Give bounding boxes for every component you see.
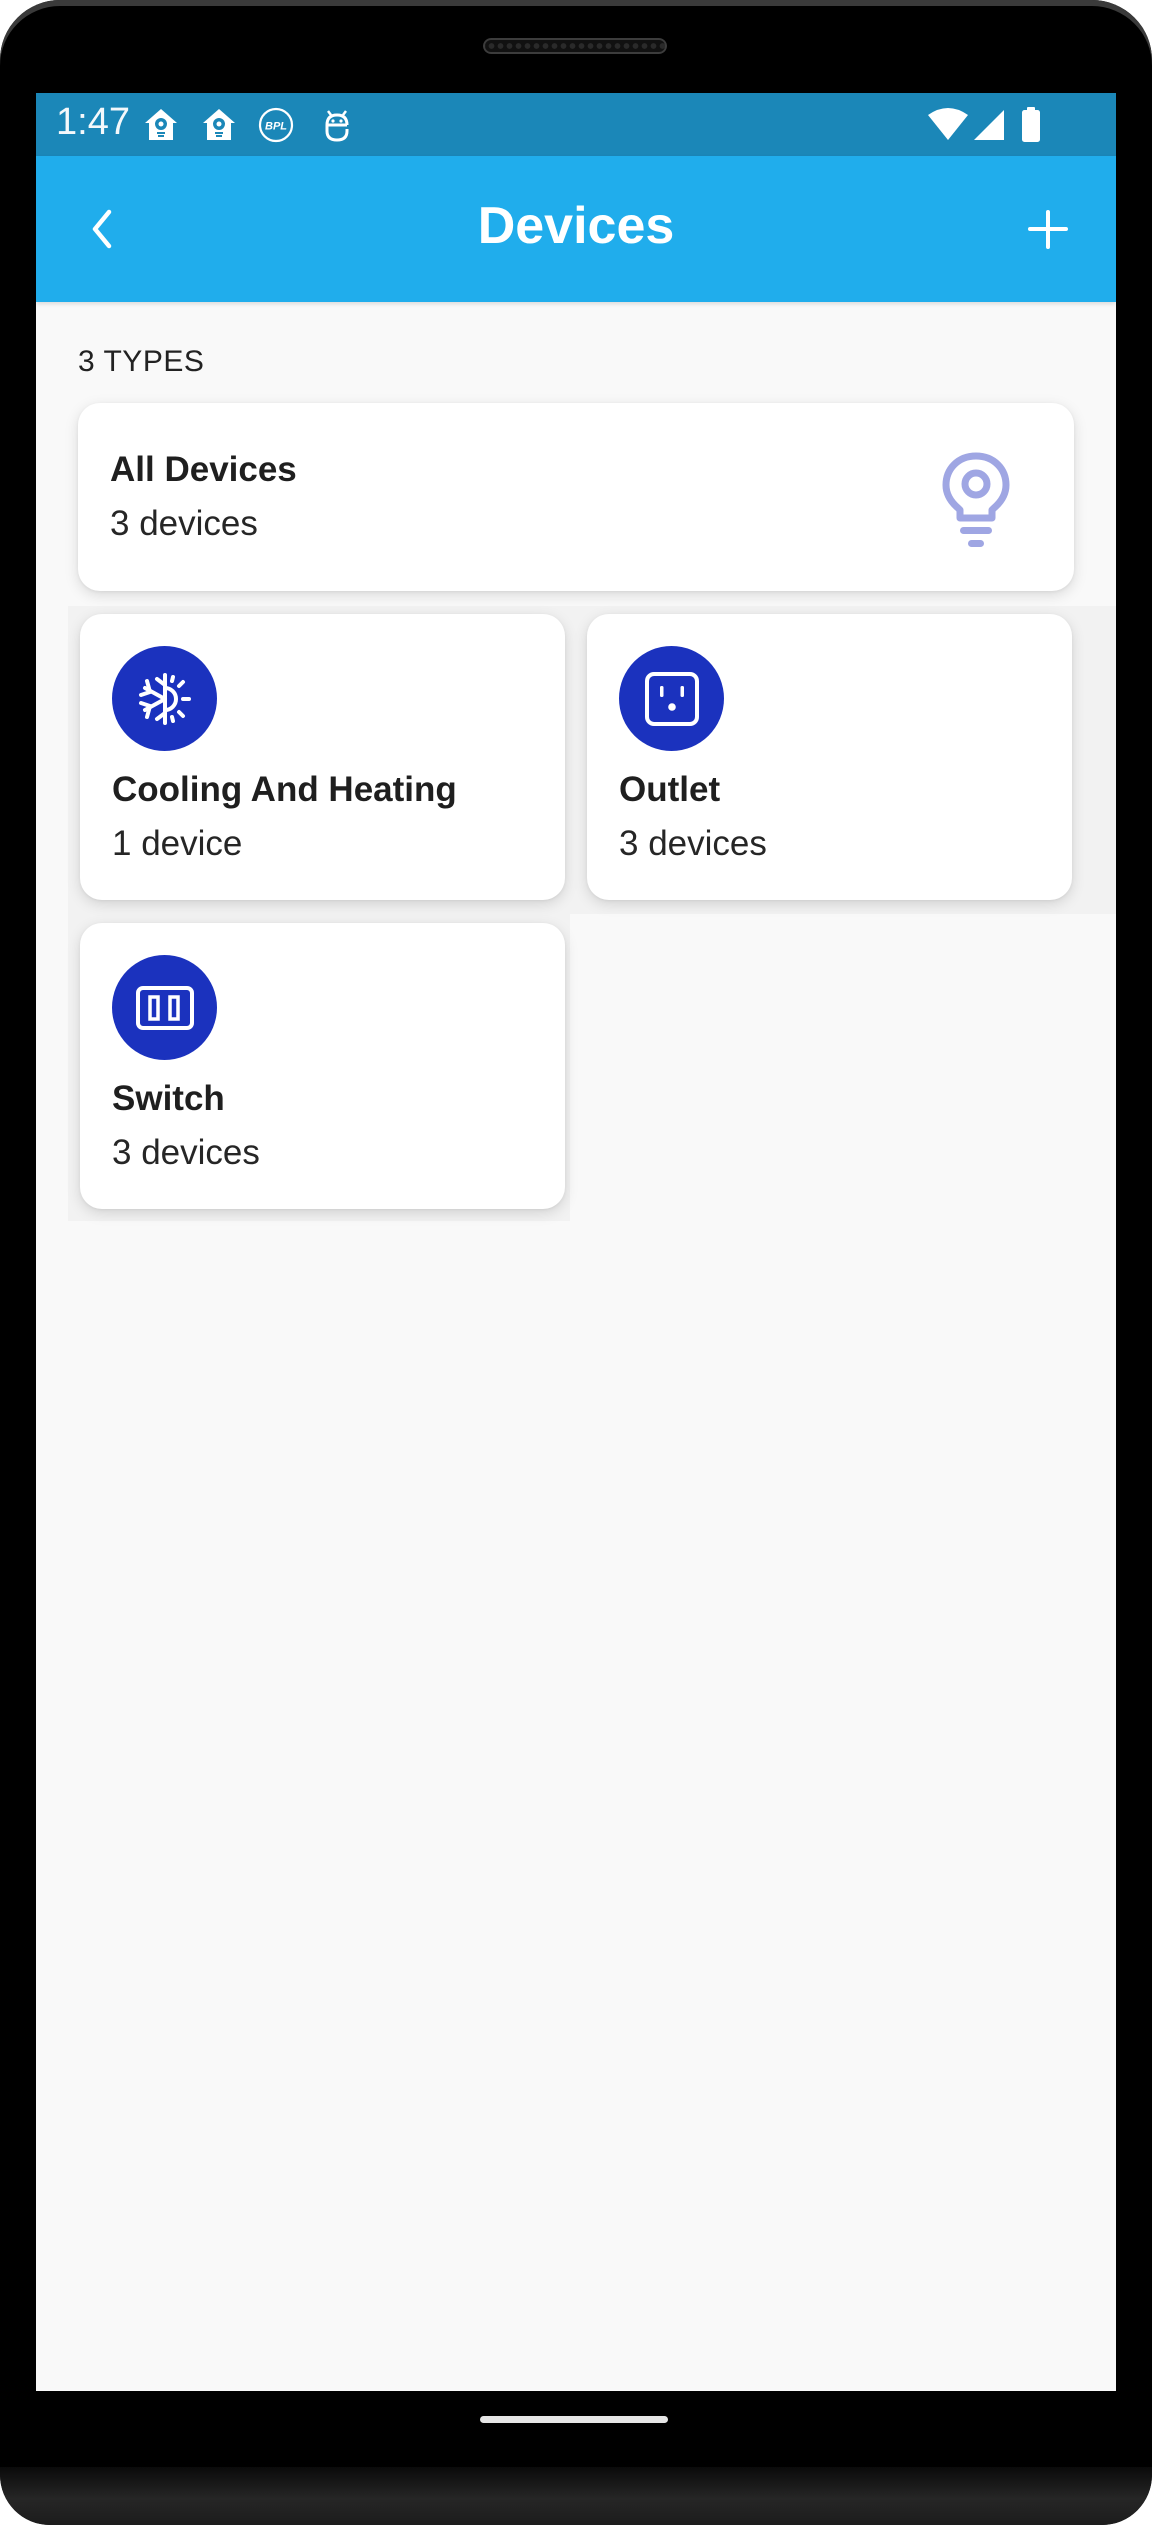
phone-frame: 1:47 BPL Devices 3 TYPES All Devices 3 d… xyxy=(0,0,1152,2525)
svg-text:BPL: BPL xyxy=(265,121,287,133)
battery-icon xyxy=(1019,107,1043,143)
device-type-title: Cooling And Heating xyxy=(112,770,457,809)
icon-circle xyxy=(112,955,217,1060)
home-indicator[interactable] xyxy=(480,2416,668,2423)
wifi-icon xyxy=(926,107,970,143)
status-bar: 1:47 BPL xyxy=(36,93,1116,156)
home-bulb-icon xyxy=(201,107,237,143)
plus-icon xyxy=(1028,210,1068,249)
device-types-count: 3 TYPES xyxy=(78,345,205,378)
device-type-count: 3 devices xyxy=(619,824,767,863)
device-type-count: 1 device xyxy=(112,824,243,863)
outlet-icon xyxy=(644,671,699,726)
device-type-card-outlet[interactable]: Outlet 3 devices xyxy=(587,614,1072,900)
device-type-card-cooling-heating[interactable]: Cooling And Heating 1 device xyxy=(80,614,565,900)
app-header: Devices xyxy=(36,156,1116,302)
icon-circle xyxy=(112,646,217,751)
device-type-card-switch[interactable]: Switch 3 devices xyxy=(80,923,565,1209)
all-devices-title: All Devices xyxy=(110,450,297,489)
bpl-logo-icon: BPL xyxy=(258,107,294,143)
add-device-button[interactable] xyxy=(1006,192,1086,262)
cellular-signal-icon xyxy=(972,107,1008,143)
device-type-title: Switch xyxy=(112,1079,225,1118)
page-title: Devices xyxy=(477,197,675,255)
all-devices-count: 3 devices xyxy=(110,504,258,543)
speaker-grille xyxy=(483,38,667,54)
switch-icon xyxy=(135,985,194,1030)
status-time: 1:47 xyxy=(56,101,130,143)
device-type-count: 3 devices xyxy=(112,1133,260,1172)
phone-chin xyxy=(0,2467,1152,2525)
all-devices-card[interactable]: All Devices 3 devices xyxy=(78,403,1074,591)
icon-circle xyxy=(619,646,724,751)
lightbulb-icon xyxy=(942,452,1010,547)
snowflake-sun-icon xyxy=(138,672,191,725)
device-type-title: Outlet xyxy=(619,770,721,809)
home-bulb-icon xyxy=(143,107,179,143)
screen: 1:47 BPL Devices 3 TYPES All Devices 3 d… xyxy=(36,93,1116,2391)
robot-app-icon xyxy=(319,107,355,143)
